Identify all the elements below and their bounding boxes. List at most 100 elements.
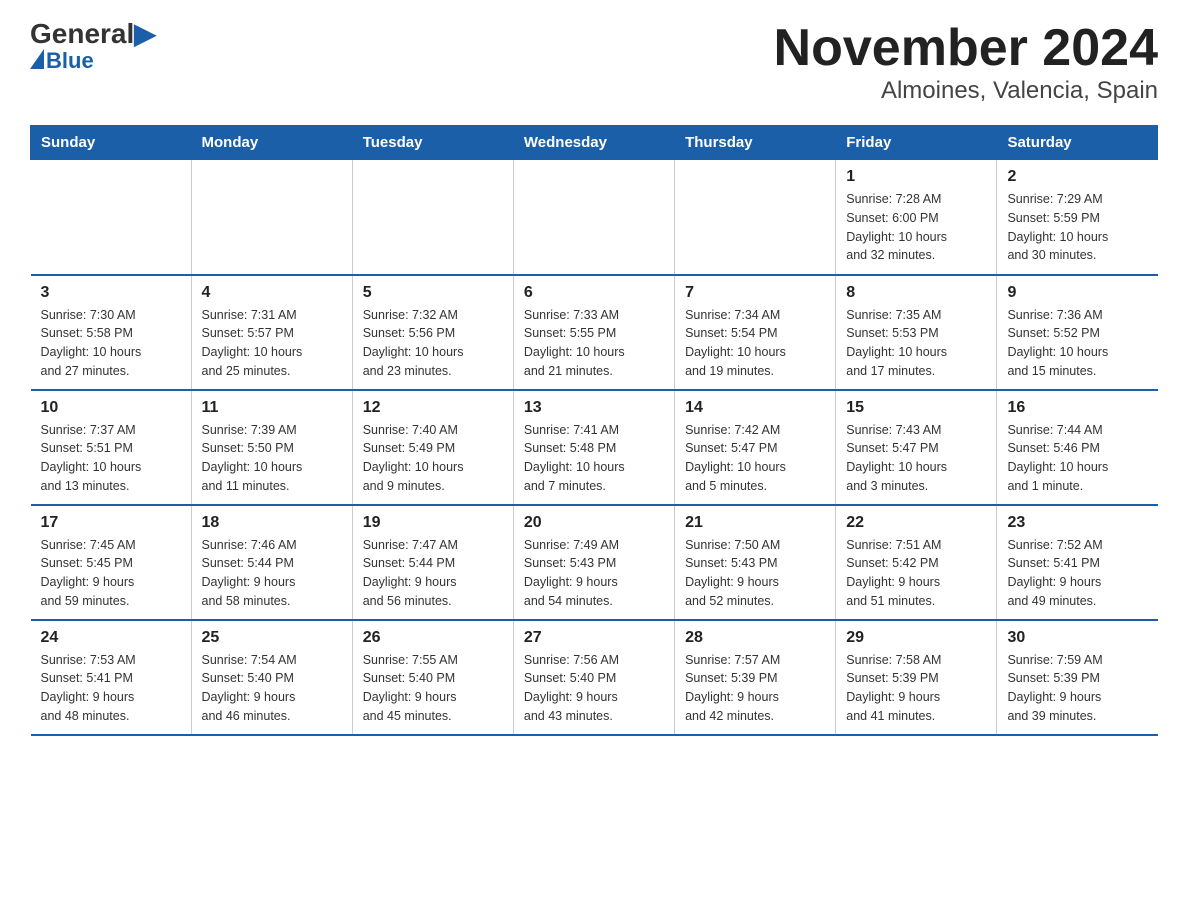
- logo-general-text: General▶: [30, 20, 156, 48]
- day-info: Sunrise: 7:43 AMSunset: 5:47 PMDaylight:…: [846, 423, 947, 493]
- day-number: 9: [1007, 284, 1147, 302]
- day-cell: 8 Sunrise: 7:35 AMSunset: 5:53 PMDaylight…: [836, 275, 997, 390]
- day-info: Sunrise: 7:55 AMSunset: 5:40 PMDaylight:…: [363, 653, 458, 723]
- day-info: Sunrise: 7:31 AMSunset: 5:57 PMDaylight:…: [202, 308, 303, 378]
- day-cell: 14Sunrise: 7:42 AMSunset: 5:47 PMDayligh…: [675, 390, 836, 505]
- day-number: 19: [363, 514, 503, 532]
- logo-blue-word: Blue: [46, 48, 94, 74]
- day-cell: 9 Sunrise: 7:36 AMSunset: 5:52 PMDaylight…: [997, 275, 1158, 390]
- day-number: 27: [524, 629, 664, 647]
- day-cell: [31, 160, 192, 275]
- day-cell: [191, 160, 352, 275]
- day-number: 29: [846, 629, 986, 647]
- day-number: 10: [41, 399, 181, 417]
- day-number: 13: [524, 399, 664, 417]
- day-cell: 12 Sunrise: 7:40 AMSunset: 5:49 PMDayligh…: [352, 390, 513, 505]
- day-number: 30: [1007, 629, 1147, 647]
- day-cell: 10 Sunrise: 7:37 AMSunset: 5:51 PMDayligh…: [31, 390, 192, 505]
- day-cell: 24 Sunrise: 7:53 AMSunset: 5:41 PMDayligh…: [31, 620, 192, 735]
- day-info: Sunrise: 7:47 AMSunset: 5:44 PMDaylight:…: [363, 538, 458, 608]
- logo: General▶ Blue: [30, 20, 156, 74]
- day-number: 21: [685, 514, 825, 532]
- day-number: 3: [41, 284, 181, 302]
- day-cell: 21 Sunrise: 7:50 AMSunset: 5:43 PMDayligh…: [675, 505, 836, 620]
- calendar-title: November 2024: [774, 20, 1158, 77]
- day-cell: 3Sunrise: 7:30 AMSunset: 5:58 PMDaylight…: [31, 275, 192, 390]
- day-cell: 4 Sunrise: 7:31 AMSunset: 5:57 PMDaylight…: [191, 275, 352, 390]
- week-row-1: 3Sunrise: 7:30 AMSunset: 5:58 PMDaylight…: [31, 275, 1158, 390]
- col-thursday: Thursday: [675, 126, 836, 160]
- day-cell: 7 Sunrise: 7:34 AMSunset: 5:54 PMDaylight…: [675, 275, 836, 390]
- day-cell: 1Sunrise: 7:28 AMSunset: 6:00 PMDaylight…: [836, 160, 997, 275]
- header-row: Sunday Monday Tuesday Wednesday Thursday…: [31, 126, 1158, 160]
- calendar-table: Sunday Monday Tuesday Wednesday Thursday…: [30, 125, 1158, 736]
- day-cell: 2Sunrise: 7:29 AMSunset: 5:59 PMDaylight…: [997, 160, 1158, 275]
- day-info: Sunrise: 7:59 AMSunset: 5:39 PMDaylight:…: [1007, 653, 1102, 723]
- day-number: 8: [846, 284, 986, 302]
- day-info: Sunrise: 7:32 AMSunset: 5:56 PMDaylight:…: [363, 308, 464, 378]
- day-number: 28: [685, 629, 825, 647]
- day-number: 4: [202, 284, 342, 302]
- day-cell: [352, 160, 513, 275]
- day-cell: 20Sunrise: 7:49 AMSunset: 5:43 PMDayligh…: [513, 505, 674, 620]
- day-info: Sunrise: 7:51 AMSunset: 5:42 PMDaylight:…: [846, 538, 941, 608]
- day-number: 16: [1007, 399, 1147, 417]
- day-info: Sunrise: 7:56 AMSunset: 5:40 PMDaylight:…: [524, 653, 619, 723]
- day-number: 11: [202, 399, 342, 417]
- day-cell: 25Sunrise: 7:54 AMSunset: 5:40 PMDayligh…: [191, 620, 352, 735]
- col-tuesday: Tuesday: [352, 126, 513, 160]
- calendar-subtitle: Almoines, Valencia, Spain: [774, 77, 1158, 105]
- day-number: 24: [41, 629, 181, 647]
- day-info: Sunrise: 7:45 AMSunset: 5:45 PMDaylight:…: [41, 538, 136, 608]
- day-info: Sunrise: 7:46 AMSunset: 5:44 PMDaylight:…: [202, 538, 297, 608]
- day-info: Sunrise: 7:28 AMSunset: 6:00 PMDaylight:…: [846, 192, 947, 262]
- day-info: Sunrise: 7:44 AMSunset: 5:46 PMDaylight:…: [1007, 423, 1108, 493]
- day-info: Sunrise: 7:40 AMSunset: 5:49 PMDaylight:…: [363, 423, 464, 493]
- day-info: Sunrise: 7:29 AMSunset: 5:59 PMDaylight:…: [1007, 192, 1108, 262]
- day-info: Sunrise: 7:42 AMSunset: 5:47 PMDaylight:…: [685, 423, 786, 493]
- day-number: 7: [685, 284, 825, 302]
- week-row-4: 24 Sunrise: 7:53 AMSunset: 5:41 PMDayligh…: [31, 620, 1158, 735]
- col-sunday: Sunday: [31, 126, 192, 160]
- day-info: Sunrise: 7:41 AMSunset: 5:48 PMDaylight:…: [524, 423, 625, 493]
- day-number: 20: [524, 514, 664, 532]
- day-number: 18: [202, 514, 342, 532]
- day-number: 12: [363, 399, 503, 417]
- calendar-body: 1Sunrise: 7:28 AMSunset: 6:00 PMDaylight…: [31, 160, 1158, 735]
- day-number: 15: [846, 399, 986, 417]
- day-info: Sunrise: 7:36 AMSunset: 5:52 PMDaylight:…: [1007, 308, 1108, 378]
- day-cell: 27 Sunrise: 7:56 AMSunset: 5:40 PMDayligh…: [513, 620, 674, 735]
- day-cell: 5Sunrise: 7:32 AMSunset: 5:56 PMDaylight…: [352, 275, 513, 390]
- day-cell: 30 Sunrise: 7:59 AMSunset: 5:39 PMDayligh…: [997, 620, 1158, 735]
- week-row-2: 10 Sunrise: 7:37 AMSunset: 5:51 PMDayligh…: [31, 390, 1158, 505]
- day-cell: 13 Sunrise: 7:41 AMSunset: 5:48 PMDayligh…: [513, 390, 674, 505]
- day-cell: 16 Sunrise: 7:44 AMSunset: 5:46 PMDayligh…: [997, 390, 1158, 505]
- logo-blue-line: Blue: [30, 48, 94, 74]
- day-info: Sunrise: 7:34 AMSunset: 5:54 PMDaylight:…: [685, 308, 786, 378]
- col-saturday: Saturday: [997, 126, 1158, 160]
- day-cell: 18 Sunrise: 7:46 AMSunset: 5:44 PMDayligh…: [191, 505, 352, 620]
- day-number: 23: [1007, 514, 1147, 532]
- day-info: Sunrise: 7:53 AMSunset: 5:41 PMDaylight:…: [41, 653, 136, 723]
- day-cell: [675, 160, 836, 275]
- day-cell: 17Sunrise: 7:45 AMSunset: 5:45 PMDayligh…: [31, 505, 192, 620]
- day-number: 22: [846, 514, 986, 532]
- title-block: November 2024 Almoines, Valencia, Spain: [774, 20, 1158, 105]
- day-cell: 19 Sunrise: 7:47 AMSunset: 5:44 PMDayligh…: [352, 505, 513, 620]
- day-number: 6: [524, 284, 664, 302]
- day-cell: 29Sunrise: 7:58 AMSunset: 5:39 PMDayligh…: [836, 620, 997, 735]
- col-friday: Friday: [836, 126, 997, 160]
- day-info: Sunrise: 7:57 AMSunset: 5:39 PMDaylight:…: [685, 653, 780, 723]
- col-wednesday: Wednesday: [513, 126, 674, 160]
- day-cell: 6Sunrise: 7:33 AMSunset: 5:55 PMDaylight…: [513, 275, 674, 390]
- col-monday: Monday: [191, 126, 352, 160]
- day-info: Sunrise: 7:37 AMSunset: 5:51 PMDaylight:…: [41, 423, 142, 493]
- day-number: 26: [363, 629, 503, 647]
- day-info: Sunrise: 7:35 AMSunset: 5:53 PMDaylight:…: [846, 308, 947, 378]
- day-info: Sunrise: 7:50 AMSunset: 5:43 PMDaylight:…: [685, 538, 780, 608]
- day-cell: 11 Sunrise: 7:39 AMSunset: 5:50 PMDayligh…: [191, 390, 352, 505]
- day-cell: 22 Sunrise: 7:51 AMSunset: 5:42 PMDayligh…: [836, 505, 997, 620]
- day-cell: 23Sunrise: 7:52 AMSunset: 5:41 PMDayligh…: [997, 505, 1158, 620]
- day-number: 25: [202, 629, 342, 647]
- day-info: Sunrise: 7:39 AMSunset: 5:50 PMDaylight:…: [202, 423, 303, 493]
